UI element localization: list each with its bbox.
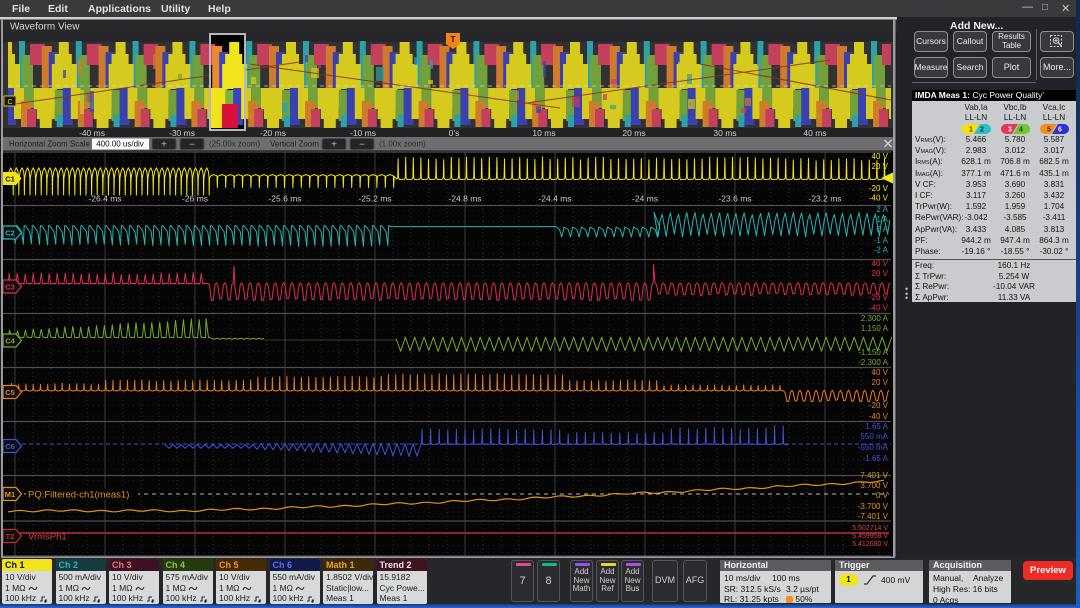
svg-text:-40 V: -40 V bbox=[869, 194, 889, 203]
svg-text:+: + bbox=[161, 140, 167, 151]
svg-text:-3.700 V: -3.700 V bbox=[858, 502, 889, 511]
svg-text:2.300 A: 2.300 A bbox=[861, 314, 889, 323]
svg-text:-25.2 ms: -25.2 ms bbox=[358, 194, 391, 204]
svg-text:M1: M1 bbox=[5, 490, 15, 499]
svg-text:5.459959 V: 5.459959 V bbox=[852, 533, 888, 540]
svg-text:30 ms: 30 ms bbox=[713, 128, 736, 138]
svg-text:-24.8 ms: -24.8 ms bbox=[448, 194, 481, 204]
svg-text:VrmsPh1: VrmsPh1 bbox=[28, 532, 67, 543]
svg-text:6: 6 bbox=[1058, 127, 1062, 134]
svg-text:-1.65 A: -1.65 A bbox=[863, 454, 889, 463]
svg-text:2 A: 2 A bbox=[876, 205, 888, 214]
svg-text:C3: C3 bbox=[5, 283, 15, 292]
svg-text:-10 ms: -10 ms bbox=[350, 128, 376, 138]
svg-text:(1.00x zoom): (1.00x zoom) bbox=[379, 140, 426, 149]
svg-text:0 A: 0 A bbox=[876, 225, 888, 234]
svg-text:0’s: 0’s bbox=[449, 128, 460, 138]
svg-text:C2: C2 bbox=[5, 229, 15, 238]
svg-text:-24.4 ms: -24.4 ms bbox=[538, 194, 571, 204]
svg-text:2: 2 bbox=[980, 127, 984, 134]
svg-text:1: 1 bbox=[969, 127, 973, 134]
svg-text:-26 ms: -26 ms bbox=[182, 194, 208, 204]
svg-text:-26.4 ms: -26.4 ms bbox=[88, 194, 121, 204]
svg-text:-20 V: -20 V bbox=[869, 184, 889, 193]
svg-text:-7.401 V: -7.401 V bbox=[858, 512, 889, 521]
svg-text:1 A: 1 A bbox=[876, 215, 888, 224]
svg-text:20 V: 20 V bbox=[872, 269, 889, 278]
svg-text:+: + bbox=[331, 140, 337, 151]
svg-text:C4: C4 bbox=[5, 337, 15, 346]
svg-text:C1: C1 bbox=[5, 175, 15, 184]
svg-text:-20 ms: -20 ms bbox=[260, 128, 286, 138]
svg-text:-1.150 A: -1.150 A bbox=[858, 348, 888, 357]
svg-text:20 V: 20 V bbox=[872, 162, 889, 171]
svg-text:-24 ms: -24 ms bbox=[632, 194, 658, 204]
svg-text:3.700 V: 3.700 V bbox=[860, 481, 888, 490]
svg-text:0 V: 0 V bbox=[876, 491, 889, 500]
svg-text:Waveform View: Waveform View bbox=[10, 22, 80, 33]
svg-text:1.150 A: 1.150 A bbox=[861, 324, 889, 333]
svg-text:(25.00x zoom): (25.00x zoom) bbox=[209, 140, 260, 149]
svg-text:-550 mA: -550 mA bbox=[858, 443, 889, 452]
svg-text:10 ms: 10 ms bbox=[532, 128, 555, 138]
svg-text:3: 3 bbox=[1008, 127, 1012, 134]
svg-text:C5: C5 bbox=[5, 388, 15, 397]
svg-text:5: 5 bbox=[1047, 127, 1051, 134]
svg-text:-23.2 ms: -23.2 ms bbox=[808, 194, 841, 204]
svg-text:40 V: 40 V bbox=[872, 152, 889, 161]
svg-text:40 V: 40 V bbox=[872, 368, 889, 377]
svg-text:T2: T2 bbox=[6, 532, 15, 541]
svg-text:-40 V: -40 V bbox=[869, 304, 889, 313]
svg-text:-25.6 ms: -25.6 ms bbox=[268, 194, 301, 204]
svg-text:-23.6 ms: -23.6 ms bbox=[718, 194, 751, 204]
svg-text:4: 4 bbox=[1019, 127, 1023, 134]
svg-text:5.502714 V: 5.502714 V bbox=[852, 525, 888, 532]
svg-text:-20 V: -20 V bbox=[869, 401, 889, 410]
svg-text:7.401 V: 7.401 V bbox=[860, 471, 888, 480]
svg-text:PQ:Filtered-ch1(meas1): PQ:Filtered-ch1(meas1) bbox=[28, 490, 129, 501]
svg-text:−: − bbox=[359, 140, 365, 151]
svg-text:-20 V: -20 V bbox=[869, 293, 889, 302]
svg-text:20 V: 20 V bbox=[872, 378, 889, 387]
svg-text:−: − bbox=[189, 140, 195, 151]
svg-text:-40 V: -40 V bbox=[869, 412, 889, 421]
svg-text:Horizontal Zoom Scale: Horizontal Zoom Scale bbox=[9, 140, 90, 149]
svg-text:-1 A: -1 A bbox=[874, 236, 889, 245]
svg-text:C6: C6 bbox=[5, 442, 15, 451]
svg-text:40 ms: 40 ms bbox=[803, 128, 826, 138]
svg-text:-30 ms: -30 ms bbox=[169, 128, 195, 138]
svg-text:C: C bbox=[7, 99, 12, 106]
svg-text:400.00 us/div: 400.00 us/div bbox=[96, 140, 144, 149]
svg-text:-40 ms: -40 ms bbox=[79, 128, 105, 138]
svg-text:1.65 A: 1.65 A bbox=[865, 422, 888, 431]
svg-text:40 V: 40 V bbox=[872, 259, 889, 268]
svg-text:T: T bbox=[451, 35, 456, 44]
svg-text:-2.300 A: -2.300 A bbox=[858, 358, 888, 367]
svg-text:5.412680 V: 5.412680 V bbox=[852, 541, 888, 548]
svg-text:550 mA: 550 mA bbox=[860, 432, 888, 441]
svg-text:20 ms: 20 ms bbox=[622, 128, 645, 138]
svg-text:-2 A: -2 A bbox=[874, 246, 889, 255]
svg-text:Vertical Zoom: Vertical Zoom bbox=[270, 140, 319, 149]
